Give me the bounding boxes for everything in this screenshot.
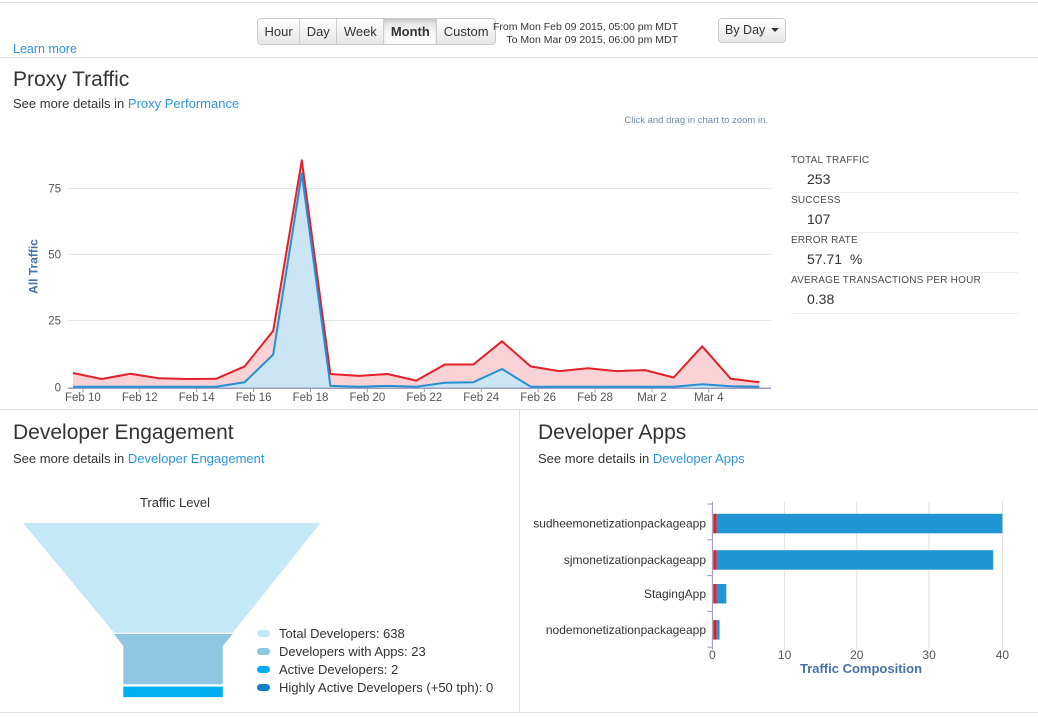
svg-text:20: 20 xyxy=(850,648,864,662)
svg-text:Feb 22: Feb 22 xyxy=(406,392,442,404)
svg-text:sjmonetizationpackageapp: sjmonetizationpackageapp xyxy=(564,553,706,567)
svg-text:0: 0 xyxy=(709,648,716,662)
svg-text:Feb 26: Feb 26 xyxy=(520,392,556,404)
svg-text:Feb 18: Feb 18 xyxy=(293,392,329,404)
svg-text:0: 0 xyxy=(55,383,61,395)
svg-text:StagingApp: StagingApp xyxy=(644,587,706,601)
svg-text:40: 40 xyxy=(996,648,1010,662)
svg-text:10: 10 xyxy=(778,648,792,662)
svg-text:Feb 20: Feb 20 xyxy=(349,392,385,404)
svg-text:Feb 12: Feb 12 xyxy=(122,392,158,404)
svg-text:75: 75 xyxy=(48,184,61,196)
svg-text:Traffic Composition: Traffic Composition xyxy=(800,661,922,676)
svg-text:sudheemonetizationpackageapp: sudheemonetizationpackageapp xyxy=(533,517,706,531)
svg-text:50: 50 xyxy=(48,250,61,262)
svg-text:25: 25 xyxy=(48,316,61,328)
svg-text:Feb 28: Feb 28 xyxy=(577,392,613,404)
svg-text:Feb 14: Feb 14 xyxy=(179,392,215,404)
svg-text:30: 30 xyxy=(922,648,936,662)
svg-text:nodemonetizationpackageapp: nodemonetizationpackageapp xyxy=(546,623,706,637)
svg-text:Feb 16: Feb 16 xyxy=(236,392,272,404)
svg-text:Feb 24: Feb 24 xyxy=(463,392,499,404)
svg-text:Mar 2: Mar 2 xyxy=(637,392,666,404)
svg-text:All Traffic: All Traffic xyxy=(27,239,41,294)
svg-text:Feb 10: Feb 10 xyxy=(65,392,101,404)
svg-text:Mar 4: Mar 4 xyxy=(694,392,724,404)
